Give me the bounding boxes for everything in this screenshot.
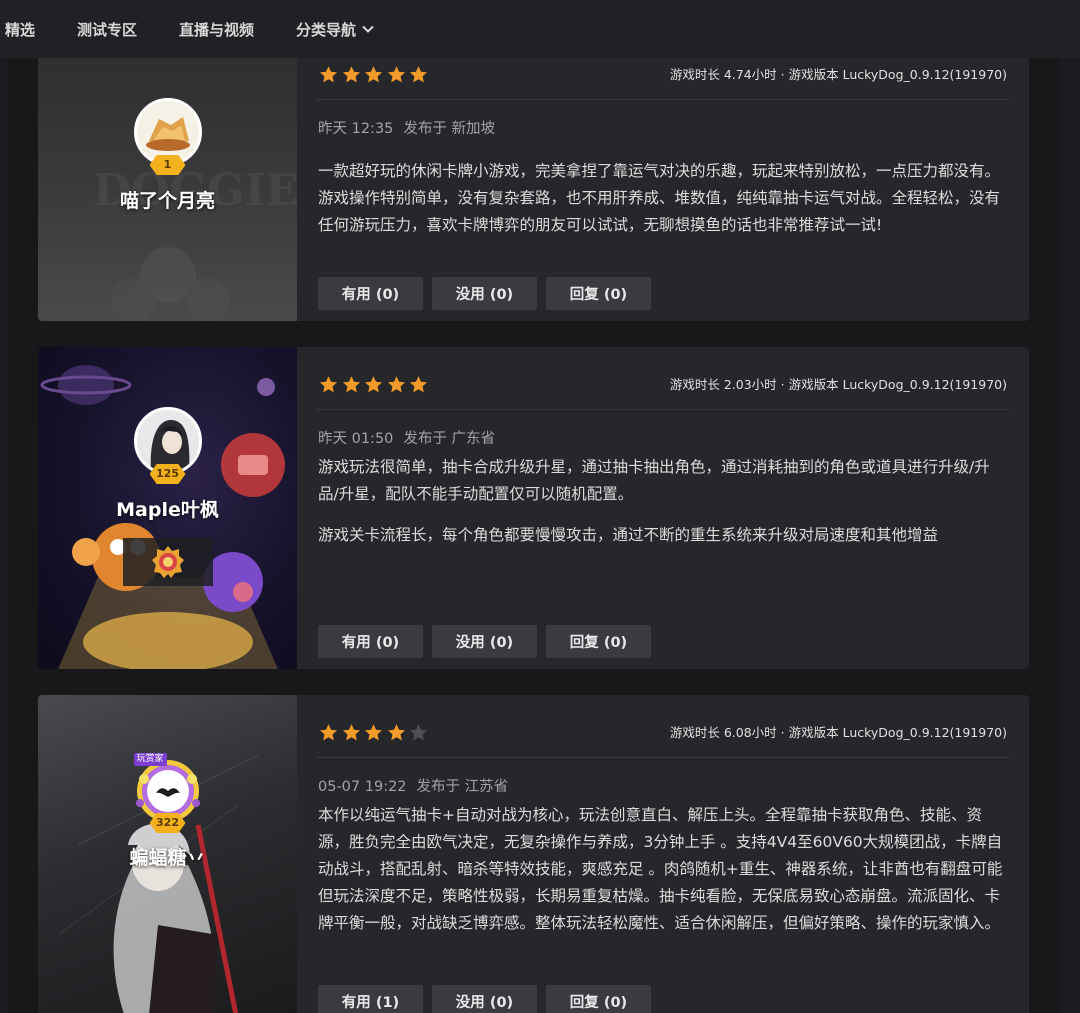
useless-button[interactable]: 没用 (0) — [432, 277, 537, 310]
post-info: 昨天 01:50 发布于 广东省 — [318, 427, 495, 448]
divider — [317, 757, 1009, 758]
review-list: DOGGIE 1 喵了个月亮 游戏时长 4.74小时 · 游戏版本 LuckyD… — [8, 0, 1060, 1013]
reviewer-panel: 125 Maple叶枫 — [38, 347, 297, 669]
reply-button[interactable]: 回复 (0) — [546, 625, 651, 658]
useful-button[interactable]: 有用 (0) — [318, 625, 423, 658]
nav-featured[interactable]: 精选 — [5, 19, 35, 40]
review-card: 125 Maple叶枫 游戏时长 2.03小时 · 游戏版本 LuckyDog_… — [38, 347, 1029, 669]
rating-stars — [319, 723, 432, 742]
review-actions: 有用 (1) 没用 (0) 回复 (0) — [318, 985, 660, 1013]
play-meta: 游戏时长 4.74小时 · 游戏版本 LuckyDog_0.9.12(19197… — [669, 67, 1007, 82]
review-text: 游戏玩法很简单，抽卡合成升级升星，通过抽卡抽出角色，通过消耗抽到的角色或道具进行… — [318, 454, 1009, 549]
review-body: 游戏时长 2.03小时 · 游戏版本 LuckyDog_0.9.12(19197… — [297, 347, 1029, 669]
nav-categories[interactable]: 分类导航 — [296, 19, 374, 40]
nav-testing-label: 测试专区 — [77, 20, 138, 39]
avatar-image — [136, 410, 199, 472]
level-badge: 125 — [149, 464, 186, 484]
rating-stars — [319, 65, 432, 84]
level-badge: 322 — [149, 813, 186, 833]
star-icon — [342, 724, 360, 741]
useless-button[interactable]: 没用 (0) — [432, 625, 537, 658]
star-icon — [387, 724, 405, 741]
star-icon — [387, 66, 405, 83]
post-info: 05-07 19:22 发布于 江苏省 — [318, 775, 508, 796]
post-location: 发布于 广东省 — [403, 431, 496, 447]
reply-button[interactable]: 回复 (0) — [546, 277, 651, 310]
nav-live-video[interactable]: 直播与视频 — [179, 19, 254, 40]
star-empty-icon — [409, 724, 428, 741]
star-icon — [409, 376, 428, 393]
username[interactable]: Maple叶枫 — [38, 495, 297, 522]
chevron-down-icon — [362, 25, 374, 33]
play-meta: 游戏时长 6.08小时 · 游戏版本 LuckyDog_0.9.12(19197… — [669, 725, 1007, 740]
star-icon — [364, 376, 383, 393]
star-icon — [342, 376, 360, 393]
medal-icon — [151, 546, 184, 578]
review-body: 游戏时长 6.08小时 · 游戏版本 LuckyDog_0.9.12(19197… — [297, 695, 1029, 1013]
star-icon — [364, 66, 383, 83]
divider — [317, 99, 1009, 100]
reviewer-panel: 玩赏家 322 蝙蝠糖丷 — [38, 695, 297, 1013]
avatar-image — [136, 101, 199, 163]
reply-button[interactable]: 回复 (0) — [546, 985, 651, 1013]
nav-featured-label: 精选 — [5, 20, 36, 39]
review-actions: 有用 (0) 没用 (0) 回复 (0) — [318, 277, 660, 310]
review-text: 本作以纯运气抽卡+自动对战为核心，玩法创意直白、解压上头。全程靠抽卡获取角色、技… — [318, 802, 1009, 937]
title-badge: 玩赏家 — [133, 753, 167, 766]
user-info: 1 喵了个月亮 — [38, 98, 297, 213]
divider — [317, 409, 1009, 410]
star-icon — [364, 724, 383, 741]
star-icon — [409, 66, 428, 83]
nav-categories-label: 分类导航 — [296, 20, 357, 39]
user-info: 玩赏家 322 蝙蝠糖丷 — [38, 753, 297, 870]
star-icon — [319, 66, 338, 83]
top-nav: 精选 测试专区 直播与视频 分类导航 — [0, 0, 1080, 58]
star-icon — [319, 376, 338, 393]
post-info: 昨天 12:35 发布于 新加坡 — [318, 117, 495, 138]
review-actions: 有用 (0) 没用 (0) 回复 (0) — [318, 625, 660, 658]
review-paragraph: 游戏玩法很简单，抽卡合成升级升星，通过抽卡抽出角色，通过消耗抽到的角色或道具进行… — [318, 458, 990, 503]
post-time: 昨天 12:35 — [318, 121, 394, 137]
nav-live-video-label: 直播与视频 — [179, 20, 255, 39]
honor-badge — [122, 538, 213, 586]
star-icon — [342, 66, 360, 83]
useful-button[interactable]: 有用 (0) — [318, 277, 423, 310]
review-paragraph: 一款超好玩的休闲卡牌小游戏，完美拿捏了靠运气对决的乐趣，玩起来特别放松，一点压力… — [318, 162, 1001, 234]
username[interactable]: 蝙蝠糖丷 — [38, 843, 297, 870]
rating-stars — [319, 375, 432, 394]
post-time: 05-07 19:22 — [318, 779, 407, 795]
post-location: 发布于 江苏省 — [416, 779, 509, 795]
nav-testing[interactable]: 测试专区 — [77, 19, 137, 40]
username[interactable]: 喵了个月亮 — [38, 186, 297, 213]
useful-button[interactable]: 有用 (1) — [318, 985, 423, 1013]
post-location: 发布于 新加坡 — [403, 121, 496, 137]
star-icon — [387, 376, 405, 393]
useless-button[interactable]: 没用 (0) — [432, 985, 537, 1013]
review-paragraph: 游戏关卡流程长，每个角色都要慢慢攻击，通过不断的重生系统来升级对局速度和其他增益 — [318, 526, 939, 544]
review-card: 玩赏家 322 蝙蝠糖丷 游戏时长 6.08小时 · 游戏版本 LuckyDog… — [38, 695, 1029, 1013]
post-time: 昨天 01:50 — [318, 431, 394, 447]
review-text: 一款超好玩的休闲卡牌小游戏，完美拿捏了靠运气对决的乐趣，玩起来特别放松，一点压力… — [318, 158, 1009, 239]
star-icon — [319, 724, 338, 741]
review-paragraph: 本作以纯运气抽卡+自动对战为核心，玩法创意直白、解压上头。全程靠抽卡获取角色、技… — [318, 806, 1003, 932]
user-info: 125 Maple叶枫 — [38, 407, 297, 586]
level-badge: 1 — [149, 155, 186, 175]
play-meta: 游戏时长 2.03小时 · 游戏版本 LuckyDog_0.9.12(19197… — [669, 377, 1007, 392]
